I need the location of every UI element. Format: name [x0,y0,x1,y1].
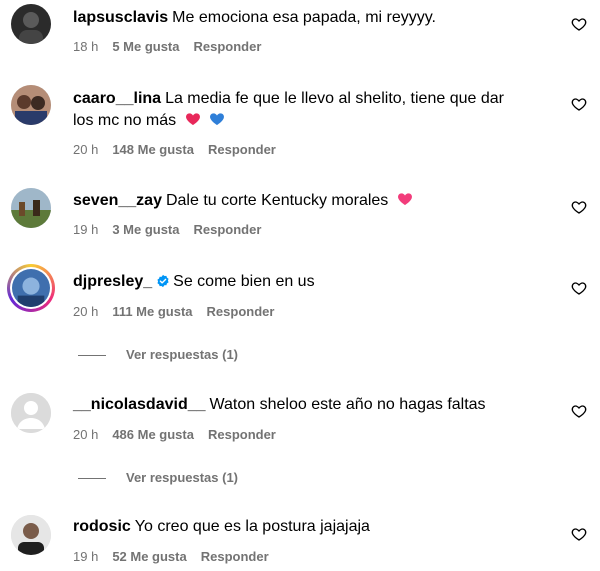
avatar[interactable] [11,515,51,555]
reply-button[interactable]: Responder [194,39,262,55]
comment-body: djpresley_ Se come bien en us [73,271,553,293]
comment-likes[interactable]: 5 Me gusta [112,39,179,55]
heart-outline-icon[interactable] [571,96,587,112]
avatar-image [11,85,51,125]
reply-button[interactable]: Responder [207,304,275,320]
avatar-image [11,515,51,555]
comment-meta: 18 h 5 Me gusta Responder [73,39,275,55]
comment-username[interactable]: rodosic [73,518,131,535]
comment-username[interactable]: seven__zay [73,192,162,209]
reply-button[interactable]: Responder [194,222,262,238]
heart-outline-icon[interactable] [571,199,587,215]
view-replies-label: Ver respuestas (1) [126,347,239,362]
comment-likes[interactable]: 148 Me gusta [112,142,194,158]
red-heart-emoji [185,113,200,125]
comment-body: __nicolasdavid__ Waton sheloo este año no… [73,394,553,416]
reply-button[interactable]: Responder [208,142,276,158]
reply-button[interactable]: Responder [208,427,276,443]
view-replies-button[interactable]: Ver respuestas (1) [78,347,238,362]
comment-meta: 20 h 486 Me gusta Responder [73,427,290,443]
avatar-image [11,4,51,44]
comment-time[interactable]: 20 h [73,304,98,320]
comment-meta: 19 h 52 Me gusta Responder [73,549,283,565]
comment-text: Yo creo que es la postura jajajaja [134,518,370,535]
comment-meta: 19 h 3 Me gusta Responder [73,222,275,238]
blue-heart-emoji [210,113,225,125]
view-replies-button[interactable]: Ver respuestas (1) [78,470,238,485]
reply-button[interactable]: Responder [201,549,269,565]
heart-outline-icon[interactable] [571,280,587,296]
comment-text: Waton sheloo este año no hagas faltas [209,396,486,413]
comment-username[interactable]: lapsusclavis [73,9,168,26]
comment-text: Dale tu corte Kentucky morales [165,192,389,209]
comment-username[interactable]: __nicolasdavid__ [73,396,206,413]
comment-text: La media fe que le llevo al shelito, tie… [165,90,504,107]
heart-outline-icon[interactable] [571,16,587,32]
comment-likes[interactable]: 52 Me gusta [112,549,186,565]
comment-time[interactable]: 19 h [73,222,98,238]
heart-outline-icon[interactable] [571,403,587,419]
avatar[interactable] [11,393,51,433]
comment-time[interactable]: 20 h [73,142,98,158]
avatar-image [12,269,50,307]
avatar[interactable] [11,85,51,125]
avatar-story-ring[interactable] [7,264,55,312]
comment-time[interactable]: 18 h [73,39,98,55]
replies-divider [78,355,106,357]
heart-outline-icon[interactable] [571,526,587,542]
pink-heart-emoji [397,193,412,205]
comment-meta: 20 h 111 Me gusta Responder [73,304,288,320]
comment-body: caaro__lina La media fe que le llevo al s… [73,88,553,132]
comment-body: rodosic Yo creo que es la postura jajajaj… [73,516,553,538]
comment-text: Me emociona esa papada, mi reyyyy. [172,9,436,26]
comment-text: los mc no más [73,112,177,129]
comment-likes[interactable]: 3 Me gusta [112,222,179,238]
comment-likes[interactable]: 486 Me gusta [112,427,194,443]
comment-username[interactable]: caaro__lina [73,90,161,107]
comment-meta: 20 h 148 Me gusta Responder [73,142,290,158]
comment-time[interactable]: 20 h [73,427,98,443]
replies-divider [78,478,106,480]
comment-likes[interactable]: 111 Me gusta [112,304,192,320]
avatar[interactable] [11,4,51,44]
comment-time[interactable]: 19 h [73,549,98,565]
default-avatar-icon [11,393,51,433]
avatar-image [11,188,51,228]
comment-text: Se come bien en us [173,273,315,290]
verified-badge-icon [157,274,169,288]
view-replies-label: Ver respuestas (1) [126,470,239,485]
avatar [12,269,50,307]
comment-body: seven__zay Dale tu corte Kentucky morales [73,190,553,212]
comment-body: lapsusclavis Me emociona esa papada, mi r… [73,7,553,29]
comment-username[interactable]: djpresley_ [73,273,152,290]
avatar[interactable] [11,188,51,228]
